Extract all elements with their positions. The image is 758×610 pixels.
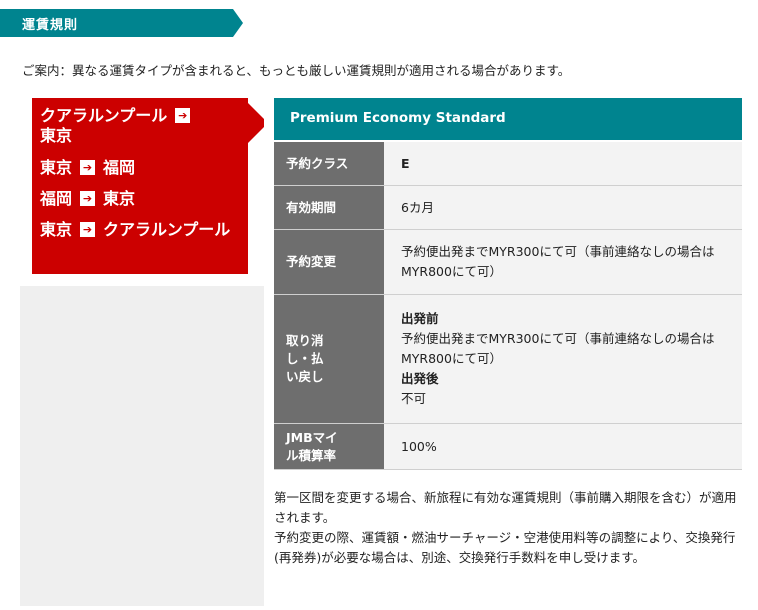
arrow-right-icon: ➔	[80, 222, 96, 237]
after-departure-value: 不可	[401, 391, 427, 406]
route-to: 福岡	[103, 158, 136, 177]
row-value: 6カ月	[384, 186, 742, 229]
after-departure-label: 出発後	[401, 371, 439, 386]
route-from: クアラルンプール	[40, 106, 168, 125]
route-to: クアラルンプール	[103, 220, 231, 239]
section-header: 運賃規則	[0, 9, 243, 37]
route-from: 福岡	[40, 189, 73, 208]
route-from: 東京	[40, 220, 73, 239]
route-to: 東京	[40, 126, 73, 145]
row-label: 有効期間	[274, 186, 384, 229]
row-value: 予約便出発までMYR300にて可（事前連絡なしの場合はMYR800にて可）	[384, 230, 742, 294]
route-item[interactable]: 東京 ➔ 福岡	[40, 158, 135, 178]
fare-panel: クアラルンプール ➔ 東京 東京 ➔ 福岡 福岡 ➔ 東京 東京 ➔ クアラルンプール Pre…	[20, 86, 754, 606]
fare-name: Premium Economy Standard	[290, 110, 506, 126]
notice-text: ご案内：異なる運賃タイプが含まれると、もっとも厳しい運賃規則が適用される場合があ…	[22, 63, 571, 78]
route-area: クアラルンプール ➔ 東京 東京 ➔ 福岡 福岡 ➔ 東京 東京 ➔ クアラルンプール	[20, 86, 268, 286]
row-label: 取り消し・払い戻し	[274, 295, 384, 423]
route-list: クアラルンプール ➔ 東京 東京 ➔ 福岡 福岡 ➔ 東京 東京 ➔ クアラルンプール	[32, 98, 248, 274]
row-label: 予約変更	[274, 230, 384, 294]
section-title: 運賃規則	[22, 18, 79, 33]
footnote-line: 予約変更の際、運賃額・燃油サーチャージ・空港使用料等の調整により、交換発行(再発…	[274, 530, 736, 565]
row-label: 予約クラス	[274, 142, 384, 185]
footnote-line: 第一区間を変更する場合、新旅程に有効な運賃規則（事前購入期限を含む）が適用されま…	[274, 490, 737, 525]
route-item[interactable]: 福岡 ➔ 東京	[40, 189, 135, 209]
arrow-right-icon: ➔	[80, 191, 96, 206]
table-row: JMBマイル積算率 100%	[274, 424, 742, 470]
row-value: E	[384, 142, 742, 185]
route-item[interactable]: クアラルンプール ➔ 東京	[40, 106, 198, 146]
row-value: 100%	[384, 424, 742, 469]
route-to: 東京	[103, 189, 136, 208]
route-from: 東京	[40, 158, 73, 177]
table-row: 予約クラス E	[274, 142, 742, 186]
arrow-right-icon: ➔	[80, 160, 96, 175]
fare-rules-table: 予約クラス E 有効期間 6カ月 予約変更 予約便出発までMYR300にて可（事…	[274, 142, 742, 470]
fare-detail: Premium Economy Standard 予約クラス E 有効期間 6カ…	[264, 86, 754, 606]
table-row: 取り消し・払い戻し 出発前 予約便出発までMYR300にて可（事前連絡なしの場合…	[274, 295, 742, 424]
footnote: 第一区間を変更する場合、新旅程に有効な運賃規則（事前購入期限を含む）が適用されま…	[274, 488, 744, 568]
fare-name-header: Premium Economy Standard	[274, 98, 742, 140]
before-departure-label: 出発前	[401, 311, 439, 326]
row-value: 出発前 予約便出発までMYR300にて可（事前連絡なしの場合はMYR800にて可…	[384, 295, 742, 423]
route-item[interactable]: 東京 ➔ クアラルンプール	[40, 220, 240, 240]
table-row: 予約変更 予約便出発までMYR300にて可（事前連絡なしの場合はMYR800にて…	[274, 230, 742, 295]
row-label: JMBマイル積算率	[274, 424, 384, 469]
before-departure-value: 予約便出発までMYR300にて可（事前連絡なしの場合はMYR800にて可）	[401, 331, 715, 366]
arrow-right-icon: ➔	[175, 108, 191, 123]
table-row: 有効期間 6カ月	[274, 186, 742, 230]
